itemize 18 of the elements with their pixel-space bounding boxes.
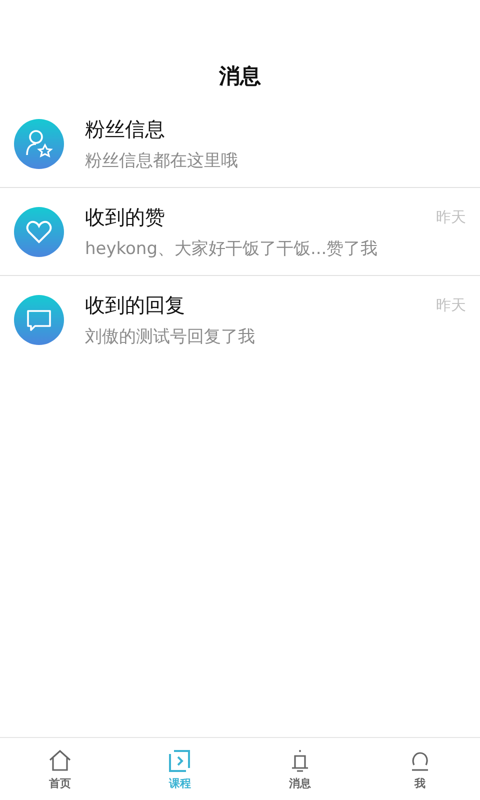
home-icon (47, 748, 73, 774)
tab[interactable]: 消息 (240, 738, 360, 800)
message-preview: 粉丝信息都在这里哦 (85, 150, 239, 172)
message-time: 昨天 (436, 296, 466, 315)
tab[interactable]: 首页 (0, 738, 120, 800)
message-title: 收到的回复 (85, 292, 185, 319)
message-preview: 刘傲的测试号回复了我 (85, 326, 256, 348)
message-preview: heykong、大家好干饭了干饭...赞了我 (85, 238, 379, 260)
message-title: 收到的赞 (85, 204, 165, 230)
message-item[interactable]: 粉丝信息 粉丝信息都在这里哦 (0, 100, 480, 188)
play-square-icon (167, 748, 193, 774)
message-title: 粉丝信息 (85, 116, 165, 142)
page-title: 消息 (219, 63, 261, 90)
message-item[interactable]: 收到的回复 昨天 刘傲的测试号回复了我 (0, 276, 480, 364)
tab[interactable]: 我 (360, 738, 480, 800)
message-item[interactable]: 收到的赞 昨天 heykong、大家好干饭了干饭...赞了我 (0, 188, 480, 276)
message-time: 昨天 (436, 208, 466, 226)
chat-bubble-icon (14, 295, 64, 345)
